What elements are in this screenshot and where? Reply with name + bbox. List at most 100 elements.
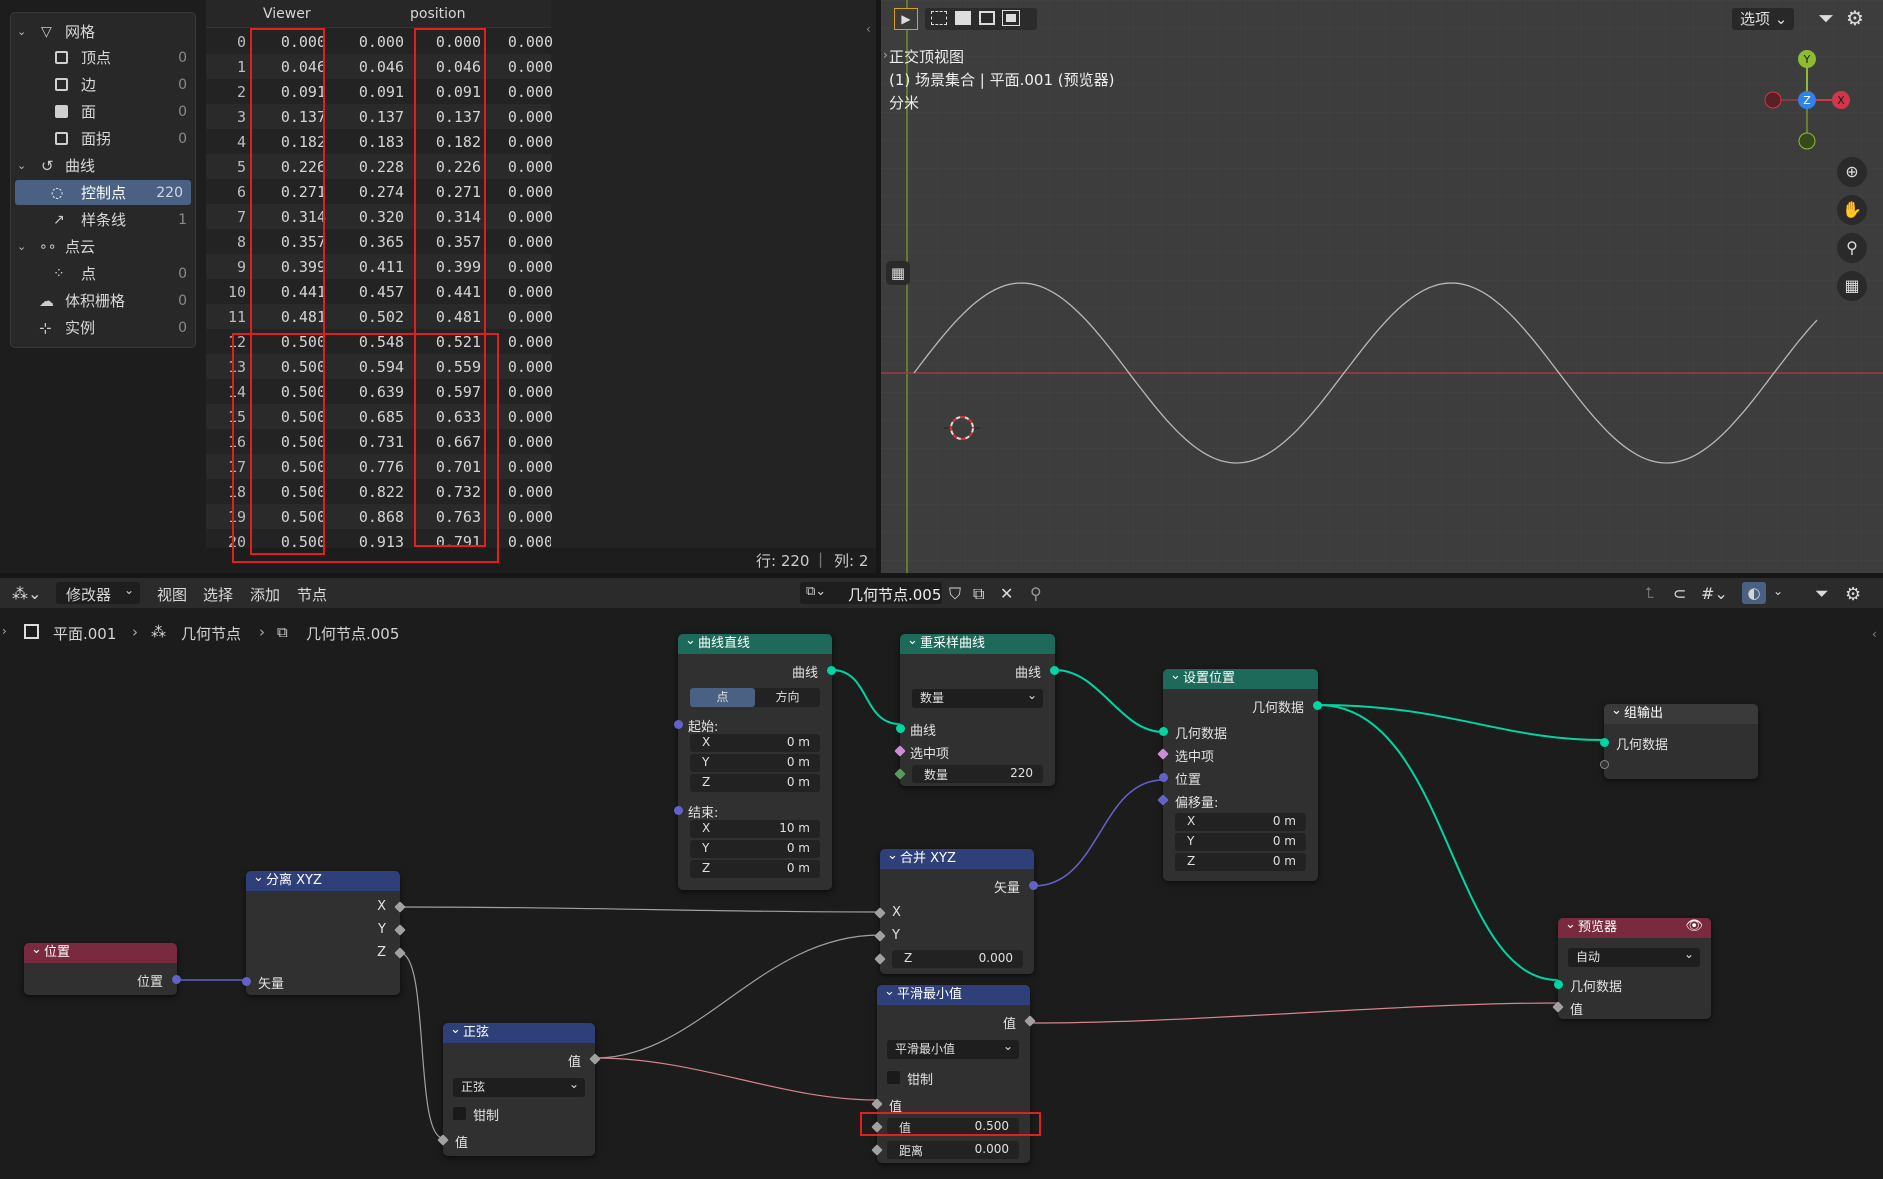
viewer-domain-dropdown[interactable]: 自动 (1568, 945, 1700, 967)
sidebar-item-curves[interactable]: ⌄ ↺ 曲线 (11, 153, 195, 178)
node-title[interactable]: 平滑最小值 (877, 982, 1030, 1005)
select-tool-button[interactable]: ▶ (894, 8, 918, 30)
chevron-right-icon[interactable]: › (883, 48, 888, 62)
input-start-socket[interactable] (674, 720, 683, 729)
start-z-field[interactable]: Z 0 m (690, 774, 820, 792)
sidebar-item-spline[interactable]: ↗ 样条线 1 (11, 207, 195, 232)
sidebar-item-face-corner[interactable]: 面拐 0 (11, 126, 195, 151)
dropdown-value: 自动 (1576, 950, 1601, 964)
sidebar-toggle-icon[interactable]: ‹ (866, 22, 871, 36)
output-position-socket[interactable] (172, 975, 181, 984)
table-cell: 0.399 (435, 258, 481, 276)
node-title[interactable]: 曲线直线 (678, 631, 832, 654)
input-position-socket[interactable] (1159, 773, 1168, 782)
node-position[interactable]: 位置 位置 (24, 940, 181, 995)
output-curve-socket[interactable] (827, 666, 836, 675)
node-resample-curve[interactable]: 重采样曲线 曲线 数量 曲线 选中项 数量 220 (894, 631, 1059, 786)
input-geometry-socket[interactable] (1554, 980, 1563, 989)
camera-icon[interactable]: ⚲ (1837, 233, 1867, 263)
table-cell: 0.091 (280, 83, 326, 101)
node-combine-xyz[interactable]: 合并 XYZ 矢量 X Y Z 0.000 (874, 846, 1038, 974)
zoom-icon[interactable]: ⊕ (1837, 157, 1867, 187)
math-operation-dropdown[interactable]: 正弦 (453, 1075, 585, 1097)
input-curve-socket[interactable] (896, 724, 905, 733)
sidebar-count: 0 (178, 76, 187, 93)
sidebar-item-control-point[interactable]: ◌ 控制点 220 (15, 180, 191, 205)
tab-direction[interactable]: 方向 (755, 688, 820, 707)
select-subtract-icon[interactable] (979, 11, 995, 25)
input-empty-socket[interactable] (1600, 760, 1609, 769)
resample-mode-dropdown[interactable]: 数量 (912, 686, 1043, 708)
clamp-checkbox[interactable] (887, 1071, 900, 1084)
chevron-down-icon[interactable]: ⌄ (17, 25, 26, 38)
table-row: 5 0.226 0.228 0.226 0.000 (206, 154, 553, 179)
output-geometry-socket[interactable] (1313, 701, 1322, 710)
end-y-field[interactable]: Y 0 m (690, 840, 820, 858)
node-title[interactable]: 位置 (24, 940, 177, 963)
sidebar-item-point[interactable]: ⁘ 点 0 (11, 261, 195, 286)
sidebar-item-vertex[interactable]: 顶点 0 (11, 45, 195, 70)
offset-x-field[interactable]: X 0 m (1175, 813, 1306, 831)
eye-icon[interactable]: 👁 (1685, 918, 1703, 934)
value-b-field[interactable]: 值 0.500 (887, 1118, 1019, 1136)
count-field[interactable]: 数量 220 (912, 765, 1043, 783)
offset-z-field[interactable]: Z 0 m (1175, 853, 1306, 871)
sidebar-item-pointcloud[interactable]: ⌄ ∘∘ 点云 (11, 234, 195, 259)
select-extend-icon[interactable] (955, 11, 971, 25)
3d-viewport[interactable]: ▶ 选项 ⌄ ⏷ ⚙ › 正交顶视图 (1) 场景集合 | 平面.001 (预览… (881, 0, 1883, 573)
start-x-field[interactable]: X 0 m (690, 734, 820, 752)
offset-y-field[interactable]: Y 0 m (1175, 833, 1306, 851)
sidebar-item-instances[interactable]: ⊹ 实例 0 (11, 315, 195, 340)
node-title[interactable]: 重采样曲线 (900, 631, 1055, 654)
grid-icon[interactable]: ▦ (1837, 271, 1867, 301)
select-invert-icon[interactable] (1002, 10, 1020, 26)
table-cell: 0.357 (280, 233, 326, 251)
tab-points[interactable]: 点 (690, 688, 755, 707)
distance-field[interactable]: 距离 0.000 (887, 1141, 1019, 1159)
sidebar-item-volume-grid[interactable]: ☁ 体积栅格 0 (11, 288, 195, 313)
node-sine[interactable]: 正弦 值 正弦 钳制 值 (437, 1020, 601, 1156)
node-viewer[interactable]: 预览器 👁 自动 几何数据 值 (1552, 915, 1711, 1019)
pan-hand-icon[interactable]: ✋ (1837, 195, 1867, 225)
input-vector-socket[interactable] (242, 977, 251, 986)
chevron-down-icon[interactable]: ⌄ (17, 240, 26, 253)
clamp-checkbox[interactable] (453, 1107, 466, 1120)
node-title[interactable]: 设置位置 (1163, 666, 1318, 689)
node-smooth-min[interactable]: 平滑最小值 值 平滑最小值 钳制 值 值 0.500 距离 0.000 (871, 982, 1036, 1163)
input-geometry-socket[interactable] (1600, 738, 1609, 747)
end-z-field[interactable]: Z 0 m (690, 860, 820, 878)
gizmo-neg-x-icon[interactable] (1764, 91, 1782, 109)
output-vector-socket[interactable] (1029, 881, 1038, 890)
sidebar-toggle-icon[interactable]: ‹ (1872, 627, 1877, 641)
node-title[interactable]: 组输出 (1604, 701, 1758, 724)
gizmo-neg-y-icon[interactable] (1798, 132, 1816, 150)
end-x-field[interactable]: X 10 m (690, 820, 820, 838)
node-group-output[interactable]: 组输出 几何数据 (1600, 701, 1758, 779)
node-title[interactable]: 分离 XYZ (246, 868, 400, 891)
node-set-position[interactable]: 设置位置 几何数据 几何数据 选中项 位置 偏移量: X 0 m Y 0 m Z 0 … (1157, 666, 1322, 881)
chevron-down-icon[interactable]: ⌄ (17, 159, 26, 172)
node-separate-xyz[interactable]: 分离 XYZ X Y Z 矢量 (242, 868, 406, 995)
select-new-icon[interactable] (931, 11, 947, 25)
field-value: 0 m (786, 755, 810, 769)
start-y-field[interactable]: Y 0 m (690, 754, 820, 772)
column-viewer[interactable]: Viewer (263, 6, 311, 22)
input-end-socket[interactable] (674, 806, 683, 815)
output-curve-socket[interactable] (1050, 666, 1059, 675)
node-title[interactable]: 合并 XYZ (880, 846, 1034, 869)
options-dropdown[interactable]: 选项 ⌄ (1732, 8, 1794, 30)
sidebar-item-mesh[interactable]: ⌄ ▽ 网格 (11, 19, 195, 44)
sidebar-item-edge[interactable]: 边 0 (11, 72, 195, 97)
z-field[interactable]: Z 0.000 (892, 950, 1023, 968)
unit-info: 分米 (889, 94, 920, 112)
filter-icon[interactable]: ⏷ (1818, 6, 1834, 30)
gear-icon[interactable]: ⚙ (1846, 6, 1864, 30)
navigation-gizmo[interactable]: Y X Z (1757, 45, 1857, 155)
viewer-toggle-icon[interactable]: ▦ (886, 261, 910, 285)
math-operation-dropdown[interactable]: 平滑最小值 (887, 1037, 1019, 1059)
node-title[interactable]: 正弦 (443, 1020, 595, 1043)
column-position[interactable]: position (410, 6, 465, 22)
sidebar-item-face[interactable]: 面 0 (11, 99, 195, 124)
node-curve-line[interactable]: 曲线直线 曲线 点 方向 起始: X 0 m Y 0 m Z 0 m 结束: X 10 … (674, 631, 836, 890)
input-geometry-socket[interactable] (1159, 727, 1168, 736)
